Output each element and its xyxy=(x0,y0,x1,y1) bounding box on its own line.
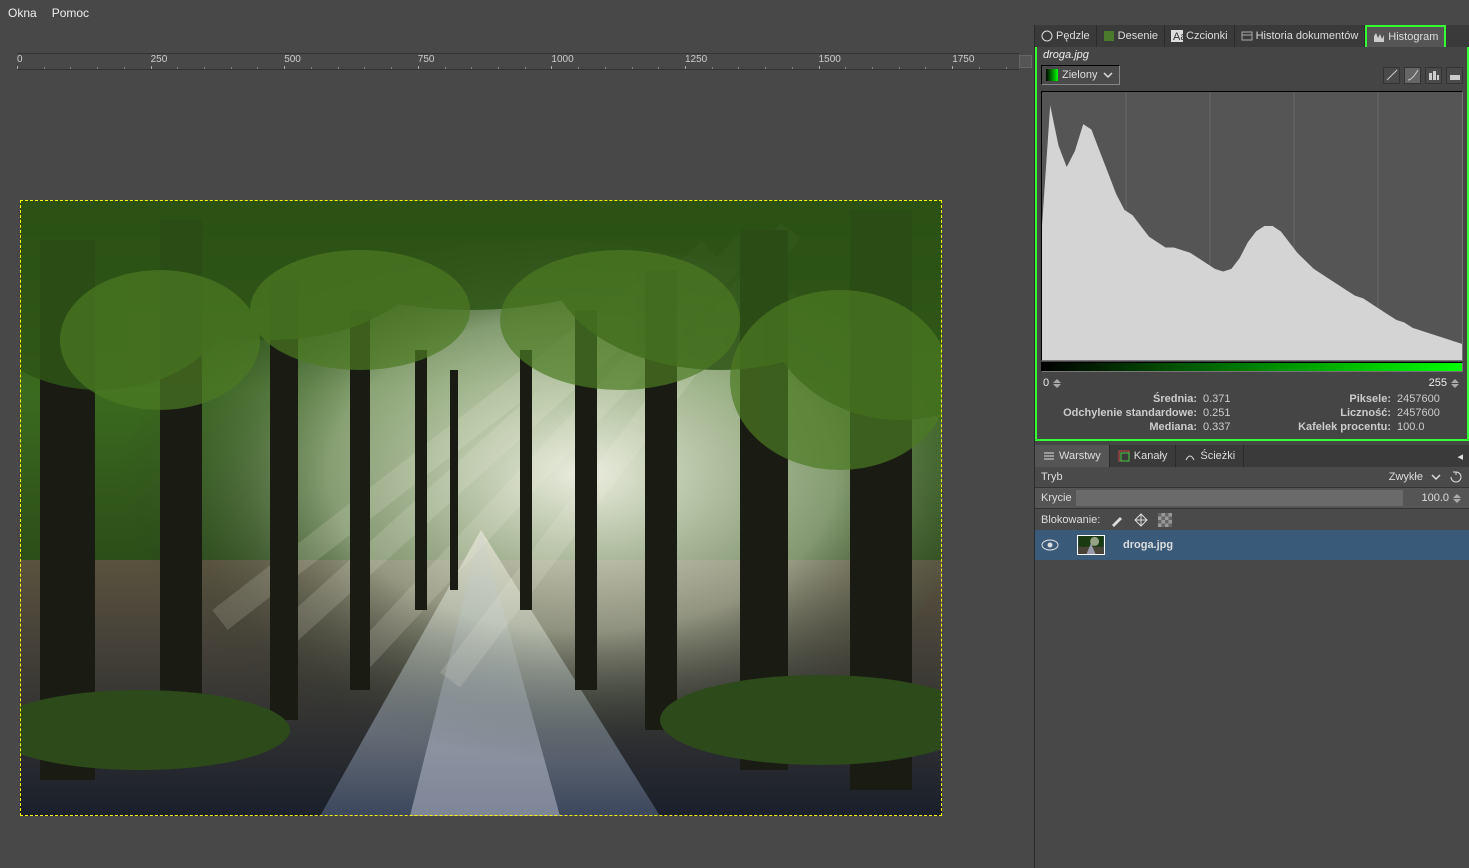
ruler-horizontal[interactable]: 0 250 500 750 1000 1250 1500 1750 xyxy=(17,53,1019,70)
range-max-spinner[interactable] xyxy=(1451,379,1461,388)
ruler-tick: 1250 xyxy=(685,54,707,65)
histogram-gradient[interactable] xyxy=(1041,362,1463,372)
histogram-filename: droga.jpg xyxy=(1037,47,1467,63)
channel-label: Zielony xyxy=(1062,69,1097,81)
ruler-tick: 500 xyxy=(284,54,301,65)
canvas-area: 0 250 500 750 1000 1250 1500 1750 xyxy=(0,25,1034,868)
histogram-panel: droga.jpg Zielony 0 xyxy=(1035,47,1469,441)
lock-alpha-icon[interactable] xyxy=(1158,513,1172,527)
tab-historia-label: Historia dokumentów xyxy=(1256,30,1359,42)
blend-mode-label: Tryb xyxy=(1041,471,1389,483)
layer-item[interactable]: droga.jpg xyxy=(1035,530,1469,560)
layers-panel: Warstwy Kanały Ścieżki ◂ Tryb Zwykłe xyxy=(1035,445,1469,868)
ruler-zoom-icon[interactable] xyxy=(1019,55,1032,68)
tab-desenie-label: Desenie xyxy=(1118,30,1158,42)
stat-std-label: Odchylenie standardowe: xyxy=(1047,407,1197,419)
layer-name: droga.jpg xyxy=(1123,539,1173,551)
ruler-tick: 250 xyxy=(151,54,168,65)
ruler-tick: 1000 xyxy=(551,54,573,65)
stat-pixels-label: Piksele: xyxy=(1259,393,1391,405)
lock-label: Blokowanie: xyxy=(1041,514,1100,526)
opacity-row: Krycie 100.0 xyxy=(1035,488,1469,509)
layers-tab-row: Warstwy Kanały Ścieżki ◂ xyxy=(1035,445,1469,467)
tab-desenie[interactable]: Desenie xyxy=(1097,25,1165,47)
stat-count-value: 2457600 xyxy=(1397,407,1457,419)
tab-kanaly[interactable]: Kanały xyxy=(1110,445,1177,467)
hist-mode2-icon[interactable] xyxy=(1446,67,1463,84)
channels-icon xyxy=(1118,450,1130,462)
blend-mode-selector[interactable]: Zwykłe xyxy=(1389,470,1463,484)
tab-pedzle[interactable]: Pędzle xyxy=(1035,25,1097,47)
pattern-icon xyxy=(1103,30,1115,42)
selection-marquee xyxy=(20,200,942,816)
chevron-down-icon xyxy=(1429,470,1443,484)
blend-mode-value: Zwykłe xyxy=(1389,471,1423,483)
chevron-down-icon xyxy=(1101,68,1115,82)
svg-text:Aa: Aa xyxy=(1173,31,1183,42)
ruler-tick: 750 xyxy=(418,54,435,65)
channel-selector[interactable]: Zielony xyxy=(1041,65,1120,85)
canvas-image[interactable] xyxy=(20,200,942,816)
opacity-label: Krycie xyxy=(1041,492,1072,504)
histogram-icon xyxy=(1373,31,1385,43)
stat-mean-value: 0.371 xyxy=(1203,393,1253,405)
channel-swatch-icon xyxy=(1046,69,1058,81)
menu-pomoc[interactable]: Pomoc xyxy=(52,6,89,20)
hist-linear-icon[interactable] xyxy=(1383,67,1400,84)
workspace: 0 250 500 750 1000 1250 1500 1750 xyxy=(0,25,1469,868)
ruler-tick: 1500 xyxy=(819,54,841,65)
hist-mode1-icon[interactable] xyxy=(1425,67,1442,84)
opacity-value: 100.0 xyxy=(1407,492,1449,504)
tab-sciezki[interactable]: Ścieżki xyxy=(1176,445,1244,467)
layers-icon xyxy=(1043,450,1055,462)
reset-icon[interactable] xyxy=(1449,470,1463,484)
histogram-chart[interactable] xyxy=(1041,91,1463,361)
paths-icon xyxy=(1184,450,1196,462)
layer-list: droga.jpg xyxy=(1035,530,1469,868)
tab-historia[interactable]: Historia dokumentów xyxy=(1235,25,1366,47)
lock-move-icon[interactable] xyxy=(1134,513,1148,527)
stat-median-value: 0.337 xyxy=(1203,421,1253,433)
tab-histogram[interactable]: Histogram xyxy=(1365,25,1446,47)
opacity-slider[interactable] xyxy=(1076,490,1403,506)
tab-czcionki-label: Czcionki xyxy=(1186,30,1228,42)
ruler-tick: 0 xyxy=(17,54,23,65)
opacity-spinner[interactable] xyxy=(1453,494,1463,503)
stat-pct-label: Kafelek procentu: xyxy=(1259,421,1391,433)
tab-warstwy[interactable]: Warstwy xyxy=(1035,445,1110,467)
stat-count-label: Liczność: xyxy=(1259,407,1391,419)
histogram-range: 0 255 xyxy=(1037,373,1467,393)
range-max: 255 xyxy=(1429,377,1447,389)
tab-pedzle-label: Pędzle xyxy=(1056,30,1090,42)
menu-okna[interactable]: Okna xyxy=(8,6,37,20)
tab-czcionki[interactable]: Aa Czcionki xyxy=(1165,25,1235,47)
font-icon: Aa xyxy=(1171,30,1183,42)
tab-kanaly-label: Kanały xyxy=(1134,450,1168,462)
range-min-spinner[interactable] xyxy=(1053,379,1063,388)
tab-warstwy-label: Warstwy xyxy=(1059,450,1101,462)
stat-pixels-value: 2457600 xyxy=(1397,393,1457,405)
histogram-stats: Średnia: 0.371 Piksele: 2457600 Odchylen… xyxy=(1037,393,1467,439)
layer-thumbnail xyxy=(1077,535,1105,555)
range-min: 0 xyxy=(1043,377,1049,389)
blend-mode-row: Tryb Zwykłe xyxy=(1035,467,1469,488)
stat-std-value: 0.251 xyxy=(1203,407,1253,419)
stat-mean-label: Średnia: xyxy=(1047,393,1197,405)
menubar: Okna Pomoc xyxy=(0,0,1469,25)
right-dock: Pędzle Desenie Aa Czcionki Historia doku… xyxy=(1034,25,1469,868)
panel-menu-icon[interactable]: ◂ xyxy=(1451,450,1469,463)
stat-pct-value: 100.0 xyxy=(1397,421,1457,433)
dock-tab-row-top: Pędzle Desenie Aa Czcionki Historia doku… xyxy=(1035,25,1469,47)
histogram-toolbar: Zielony xyxy=(1037,63,1467,91)
stat-median-label: Mediana: xyxy=(1047,421,1197,433)
lock-paint-icon[interactable] xyxy=(1110,513,1124,527)
hist-log-icon[interactable] xyxy=(1404,67,1421,84)
brush-icon xyxy=(1041,30,1053,42)
visibility-icon[interactable] xyxy=(1041,539,1059,551)
ruler-tick: 1750 xyxy=(952,54,974,65)
tab-histogram-label: Histogram xyxy=(1388,31,1438,43)
history-icon xyxy=(1241,30,1253,42)
tab-sciezki-label: Ścieżki xyxy=(1200,450,1235,462)
lock-row: Blokowanie: xyxy=(1035,509,1469,530)
